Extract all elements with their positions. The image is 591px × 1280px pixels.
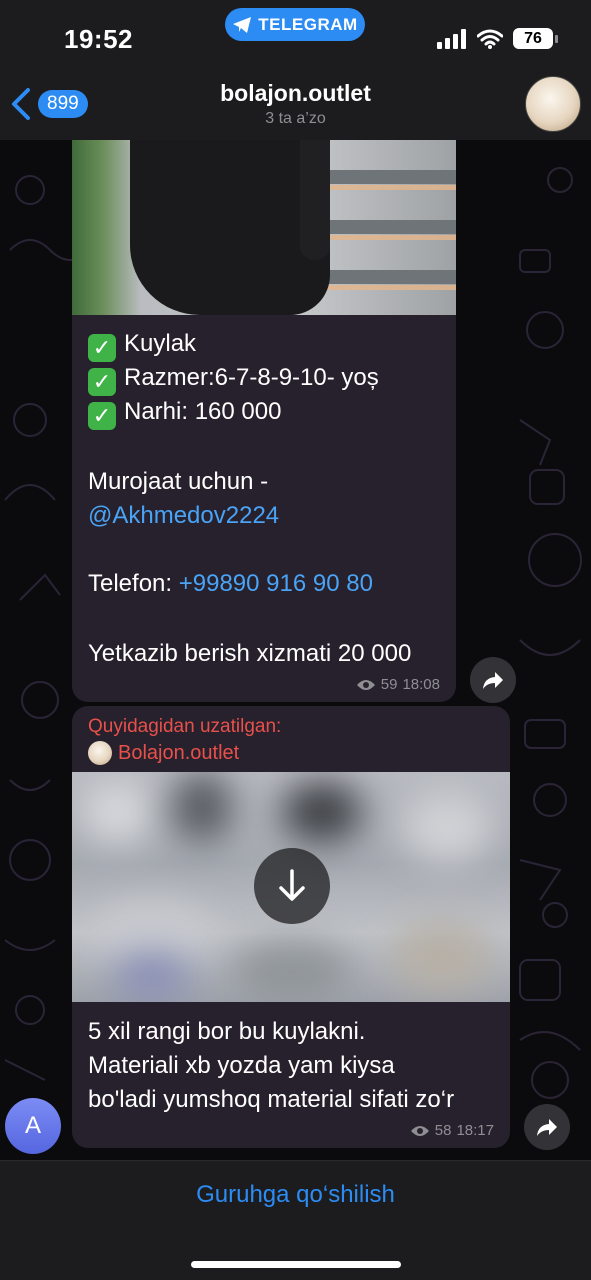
message-meta: 59 18:08	[356, 676, 440, 693]
share-arrow-icon	[537, 1119, 557, 1136]
chat-avatar[interactable]	[525, 76, 581, 132]
phone-number-link[interactable]: +99890 916 90 80	[179, 570, 373, 597]
chat-header: 899 bolajon.outlet 3 ta a’zo	[0, 74, 591, 140]
check-mark-icon: ✓	[88, 402, 116, 430]
views-count: 59	[380, 676, 398, 693]
status-time: 19:52	[64, 24, 133, 54]
status-bar: 19:52 TELEGRAM 76	[0, 0, 591, 74]
battery-indicator: 76	[513, 28, 558, 49]
share-button[interactable]	[524, 1104, 570, 1150]
forwarded-source[interactable]: Bolajon.outlet	[88, 741, 239, 765]
share-button[interactable]	[470, 657, 516, 703]
share-arrow-icon	[483, 672, 503, 689]
message-line: ✓ Razmer:6-7-8-9-10- yoș	[88, 361, 379, 396]
telegram-pill-label: TELEGRAM	[258, 14, 358, 34]
message-line: ✓ Narhi: 160 000	[88, 395, 281, 430]
message-line: ✓ Kuylak	[88, 327, 196, 362]
message-line: Materiali xb yozda yam kiysa	[88, 1052, 395, 1079]
blurred-media-preview[interactable]	[72, 772, 510, 1002]
message-meta: 58 18:17	[410, 1122, 494, 1139]
views-eye-icon	[410, 1125, 429, 1136]
views-count: 58	[434, 1122, 452, 1139]
source-name: Bolajon.outlet	[118, 741, 240, 764]
message-photo[interactable]	[72, 140, 456, 315]
message-line: 5 xil rangi bor bu kuylakni.	[88, 1018, 366, 1045]
chat-members-count: 3 ta a’zo	[265, 110, 326, 127]
message-line: bo'ladi yumshoq material sifati zo‘r	[88, 1086, 455, 1113]
telegram-return-pill[interactable]: TELEGRAM	[225, 8, 365, 41]
message-bubble[interactable]: ✓ Kuylak ✓ Razmer:6-7-8-9-10- yoș ✓ Narhi: …	[72, 140, 456, 702]
bottom-bar: Guruhga qo‘shilish	[0, 1160, 591, 1280]
views-eye-icon	[356, 679, 375, 690]
phone-line: Telefon: +99890 916 90 80	[88, 567, 373, 601]
message-time: 18:08	[402, 676, 440, 693]
check-mark-icon: ✓	[88, 368, 116, 396]
download-arrow-icon	[279, 869, 305, 901]
delivery-text: Yetkazib berish xizmati 20 000	[88, 640, 412, 667]
message-time: 18:17	[456, 1122, 494, 1139]
chat-title[interactable]: bolajon.outlet	[0, 80, 591, 107]
sender-avatar[interactable]: A	[5, 1098, 61, 1154]
check-mark-icon: ✓	[88, 334, 116, 362]
contact-handle-link[interactable]: @Akhmedov2224	[88, 499, 279, 533]
phone-label: Telefon:	[88, 570, 179, 597]
forwarded-label: Quyidagidan uzatilgan:	[88, 716, 282, 737]
join-group-button[interactable]: Guruhga qo‘shilish	[0, 1181, 591, 1209]
download-button[interactable]	[254, 848, 330, 924]
source-avatar	[88, 741, 112, 765]
signal-icon	[437, 28, 466, 49]
status-icons: 76	[437, 28, 558, 49]
forwarded-message-bubble[interactable]: Quyidagidan uzatilgan: Bolajon.outlet 5 …	[72, 706, 510, 1148]
telegram-plane-icon	[233, 16, 252, 33]
wifi-icon	[477, 29, 503, 49]
home-indicator[interactable]	[191, 1261, 401, 1268]
contact-label: Murojaat uchun -	[88, 468, 269, 495]
